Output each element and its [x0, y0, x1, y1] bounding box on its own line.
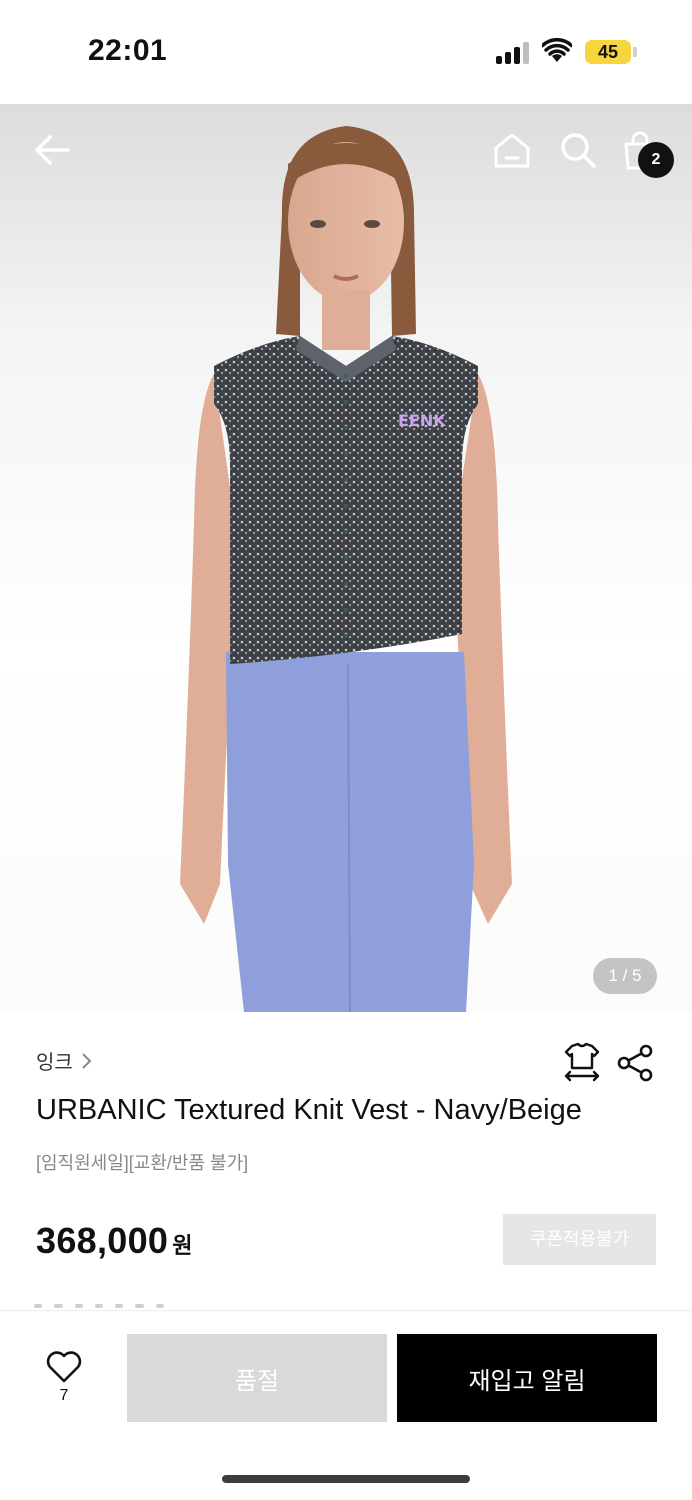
status-bar: 22:01 45: [0, 0, 692, 104]
content-peek: [34, 1304, 164, 1308]
product-title: URBANIC Textured Knit Vest - Navy/Beige: [36, 1094, 582, 1126]
logo-embroidery: EENK: [398, 411, 446, 430]
home-icon[interactable]: [492, 130, 532, 170]
home-indicator: [222, 1475, 470, 1483]
soldout-button: 품절: [127, 1334, 387, 1422]
image-page-indicator: 1 / 5: [593, 958, 657, 994]
wifi-icon: [542, 38, 572, 62]
brand-link[interactable]: 잉크: [36, 1046, 91, 1075]
like-button[interactable]: 7: [40, 1351, 88, 1421]
battery-tip: [633, 47, 637, 57]
price-amount: 368,000: [36, 1220, 169, 1261]
restock-alert-button[interactable]: 재입고 알림: [397, 1334, 657, 1422]
battery-icon: 45: [585, 40, 631, 64]
heart-icon: [46, 1351, 82, 1383]
status-time: 22:01: [88, 34, 168, 67]
product-tags: [임직원세일][교환/반품 불가]: [36, 1153, 249, 1173]
cart-count-badge: 2: [638, 142, 674, 178]
search-icon[interactable]: [558, 130, 598, 170]
share-icon[interactable]: [616, 1044, 654, 1082]
brand-name: 잉크: [36, 1052, 73, 1074]
chevron-right-icon: [82, 1052, 91, 1069]
price-currency: 원: [172, 1233, 193, 1258]
like-count: 7: [59, 1387, 69, 1404]
back-arrow-icon[interactable]: [32, 130, 72, 170]
product-photo: EENK: [180, 126, 512, 1012]
product-image-gallery[interactable]: EENK 2 1 / 5: [0, 104, 692, 1012]
coupon-unavailable-button: 쿠폰적용불가: [503, 1214, 656, 1265]
size-guide-icon[interactable]: [562, 1042, 602, 1082]
price: 368,000 원: [36, 1220, 192, 1262]
bottom-action-bar: 7 품절 재입고 알림: [0, 1310, 692, 1500]
signal-icon: [496, 42, 532, 64]
